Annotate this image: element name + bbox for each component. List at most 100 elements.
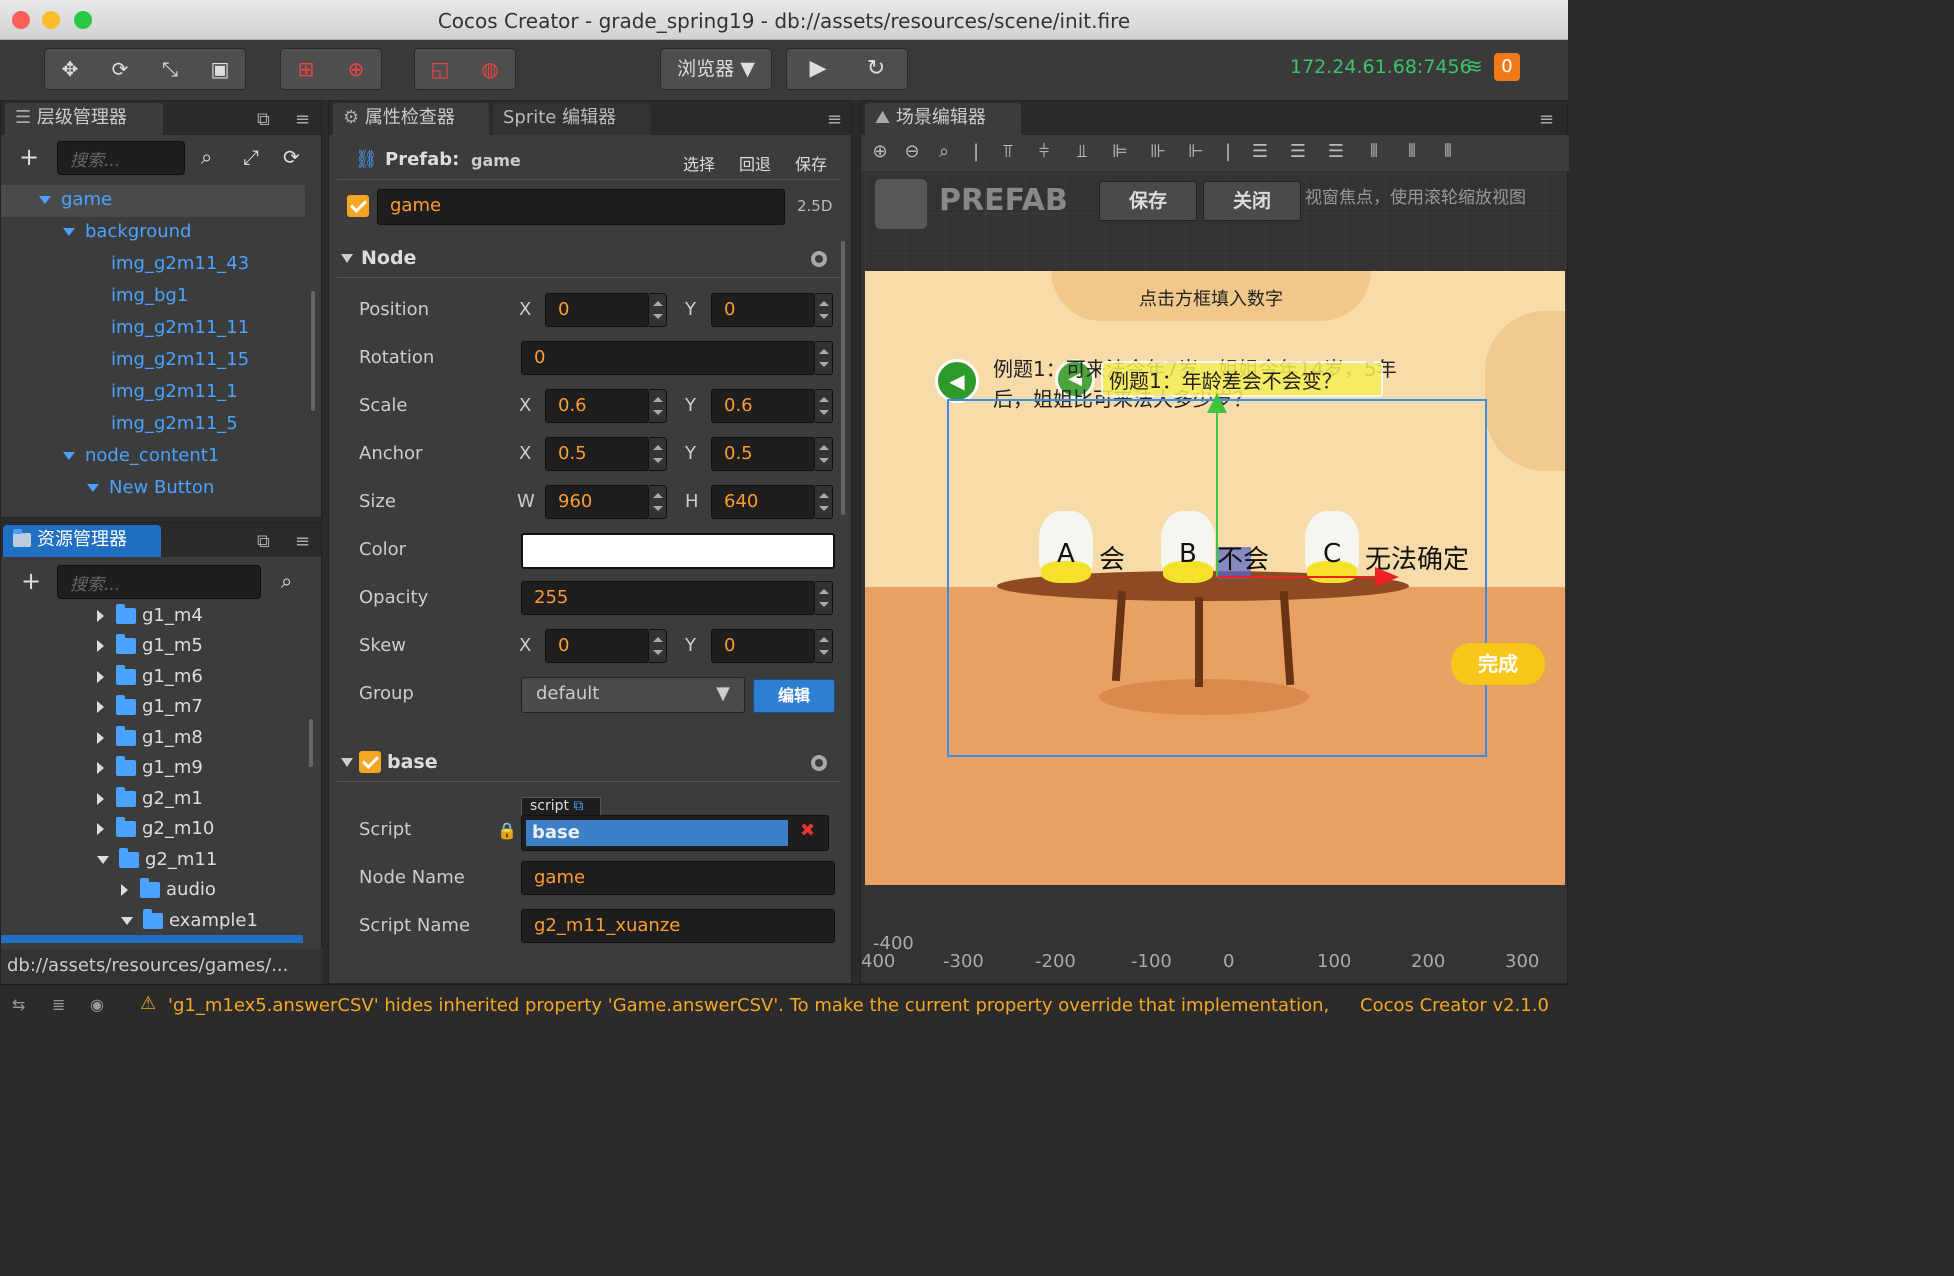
asset-folder[interactable]: g1_m8: [97, 723, 203, 753]
speaker-icon[interactable]: ◀: [935, 359, 979, 403]
search-icon[interactable]: ⌕: [281, 569, 292, 593]
asset-folder-expanded[interactable]: g2_m11: [97, 845, 217, 875]
opacity-input[interactable]: 255: [521, 581, 815, 615]
tree-item[interactable]: img_bg1: [111, 281, 188, 313]
local-icon[interactable]: ⊕: [331, 49, 381, 89]
assets-scrollbar[interactable]: [309, 719, 313, 767]
distribute-hcenter-icon[interactable]: ⦀: [1401, 141, 1423, 163]
asset-folder[interactable]: g1_m5: [97, 631, 203, 661]
script-field[interactable]: base ✖: [521, 815, 829, 851]
tree-icon[interactable]: ⇆: [12, 995, 25, 1014]
align-vcenter-icon[interactable]: ⫩: [1033, 141, 1055, 163]
asset-folder[interactable]: g1_m4: [97, 601, 203, 631]
add-node-icon[interactable]: +: [19, 143, 39, 171]
align-right-icon[interactable]: ⊩: [1185, 141, 1207, 163]
prefab-close-button[interactable]: 关闭: [1203, 181, 1301, 221]
menu-icon[interactable]: ≡: [827, 109, 842, 130]
prefab-revert-button[interactable]: 回退: [739, 151, 771, 175]
search-icon[interactable]: ⌕: [201, 145, 212, 169]
size-w-input[interactable]: 960: [545, 485, 649, 519]
position-y-input[interactable]: 0: [711, 293, 815, 327]
base-section-header[interactable]: [341, 751, 361, 773]
assets-search-input[interactable]: 搜索...: [57, 565, 261, 599]
scale-x-input[interactable]: 0.6: [545, 389, 649, 423]
tree-item[interactable]: img_g2m11_11: [111, 313, 249, 345]
pivot-icon[interactable]: ⊞: [281, 49, 331, 89]
hierarchy-scrollbar[interactable]: [311, 291, 315, 411]
ip-address[interactable]: 172.24.61.68:7456: [1290, 56, 1472, 78]
skew-y-stepper[interactable]: [815, 629, 833, 663]
gizmo-x-axis[interactable]: [1217, 576, 1377, 578]
base-enabled-checkbox[interactable]: [359, 751, 381, 773]
tree-item-new-button[interactable]: New Button: [87, 473, 214, 505]
done-button[interactable]: 完成: [1451, 643, 1545, 685]
position-x-stepper[interactable]: [649, 293, 667, 327]
gizmo-x-arrow[interactable]: [1375, 567, 1399, 587]
distribute-right-icon[interactable]: ⦀: [1437, 141, 1459, 163]
color-swatch[interactable]: [521, 533, 835, 569]
distribute-left-icon[interactable]: ⦀: [1363, 141, 1385, 163]
anchor-y-input[interactable]: 0.5: [711, 437, 815, 471]
asset-folder[interactable]: g1_m7: [97, 692, 203, 722]
scale-y-stepper[interactable]: [815, 389, 833, 423]
tab-inspector[interactable]: ⚙ 属性检查器: [333, 103, 489, 135]
prefab-select-button[interactable]: 选择: [683, 151, 715, 175]
node-name-prop-input[interactable]: game: [521, 861, 835, 895]
opacity-stepper[interactable]: [815, 581, 833, 615]
tree-item[interactable]: img_g2m11_1: [111, 377, 238, 409]
selected-asset-row[interactable]: [1, 935, 303, 943]
preview-platform-select[interactable]: 浏览器 ▼: [660, 48, 772, 90]
script-tag[interactable]: script ⧉: [521, 797, 601, 817]
gear-icon[interactable]: [811, 251, 827, 267]
menu-icon[interactable]: ≡: [295, 531, 310, 552]
asset-folder[interactable]: g1_m9: [97, 753, 203, 783]
node-section-header[interactable]: Node: [341, 247, 416, 269]
expand-icon[interactable]: ⤢: [243, 145, 259, 169]
refresh-icon[interactable]: ↻: [851, 49, 901, 89]
tree-item-background[interactable]: background: [63, 217, 191, 249]
scale-x-stepper[interactable]: [649, 389, 667, 423]
position-y-stepper[interactable]: [815, 293, 833, 327]
rotation-input[interactable]: 0: [521, 341, 815, 375]
skew-x-input[interactable]: 0: [545, 629, 649, 663]
inspector-scrollbar[interactable]: [841, 241, 845, 515]
mode-25d-toggle[interactable]: 2.5D: [797, 197, 832, 215]
notification-badge[interactable]: 0: [1494, 53, 1520, 81]
scale-tool-icon[interactable]: ⤡: [145, 49, 195, 89]
position-x-input[interactable]: 0: [545, 293, 649, 327]
anchor-x-stepper[interactable]: [649, 437, 667, 471]
asset-folder[interactable]: g2_m10: [97, 814, 214, 844]
align-top-icon[interactable]: ⫪: [997, 141, 1019, 163]
status-warning[interactable]: 'g1_m1ex5.answerCSV' hides inherited pro…: [168, 995, 1334, 1016]
anchor-y-stepper[interactable]: [815, 437, 833, 471]
tab-sprite-editor[interactable]: Sprite 编辑器: [493, 103, 651, 135]
move-tool-icon[interactable]: ✥: [45, 49, 95, 89]
rect-tool-icon[interactable]: ▣: [195, 49, 245, 89]
hierarchy-search-input[interactable]: 搜索...: [57, 141, 185, 175]
popout-icon[interactable]: ⧉: [257, 531, 270, 552]
tab-hierarchy[interactable]: ☰ 层级管理器: [5, 103, 163, 135]
tree-item[interactable]: img_g2m11_5: [111, 409, 238, 441]
node-name-input[interactable]: game: [377, 189, 785, 225]
group-select[interactable]: default ▼: [521, 677, 745, 713]
gizmo-icon[interactable]: ◱: [415, 49, 465, 89]
script-name-prop-input[interactable]: g2_m11_xuanze: [521, 909, 835, 943]
gear-icon[interactable]: [811, 755, 827, 771]
zoom-in-icon[interactable]: ⊕: [869, 141, 891, 163]
menu-icon[interactable]: ≡: [1539, 109, 1554, 130]
tree-item-node-content1[interactable]: node_content1: [63, 441, 219, 473]
tab-assets[interactable]: 资源管理器: [3, 525, 161, 557]
anchor-x-input[interactable]: 0.5: [545, 437, 649, 471]
size-h-input[interactable]: 640: [711, 485, 815, 519]
database-icon[interactable]: ≣: [52, 995, 65, 1014]
align-left-icon[interactable]: ⊫: [1109, 141, 1131, 163]
node-active-checkbox[interactable]: [347, 195, 369, 217]
menu-icon[interactable]: ≡: [295, 109, 310, 130]
rotate-tool-icon[interactable]: ⟳: [95, 49, 145, 89]
play-icon[interactable]: ▶: [793, 49, 843, 89]
distribute-bottom-icon[interactable]: ☰: [1325, 141, 1347, 163]
game-canvas[interactable]: 点击方框填入数字 A 会 B 不会 C 无法确定 ◀ ◀ 例题1：可来法今年7岁…: [865, 271, 1565, 885]
eye-icon[interactable]: ◉: [90, 995, 104, 1014]
asset-folder-expanded[interactable]: example1: [121, 906, 258, 936]
tree-item-game[interactable]: game: [39, 185, 112, 217]
